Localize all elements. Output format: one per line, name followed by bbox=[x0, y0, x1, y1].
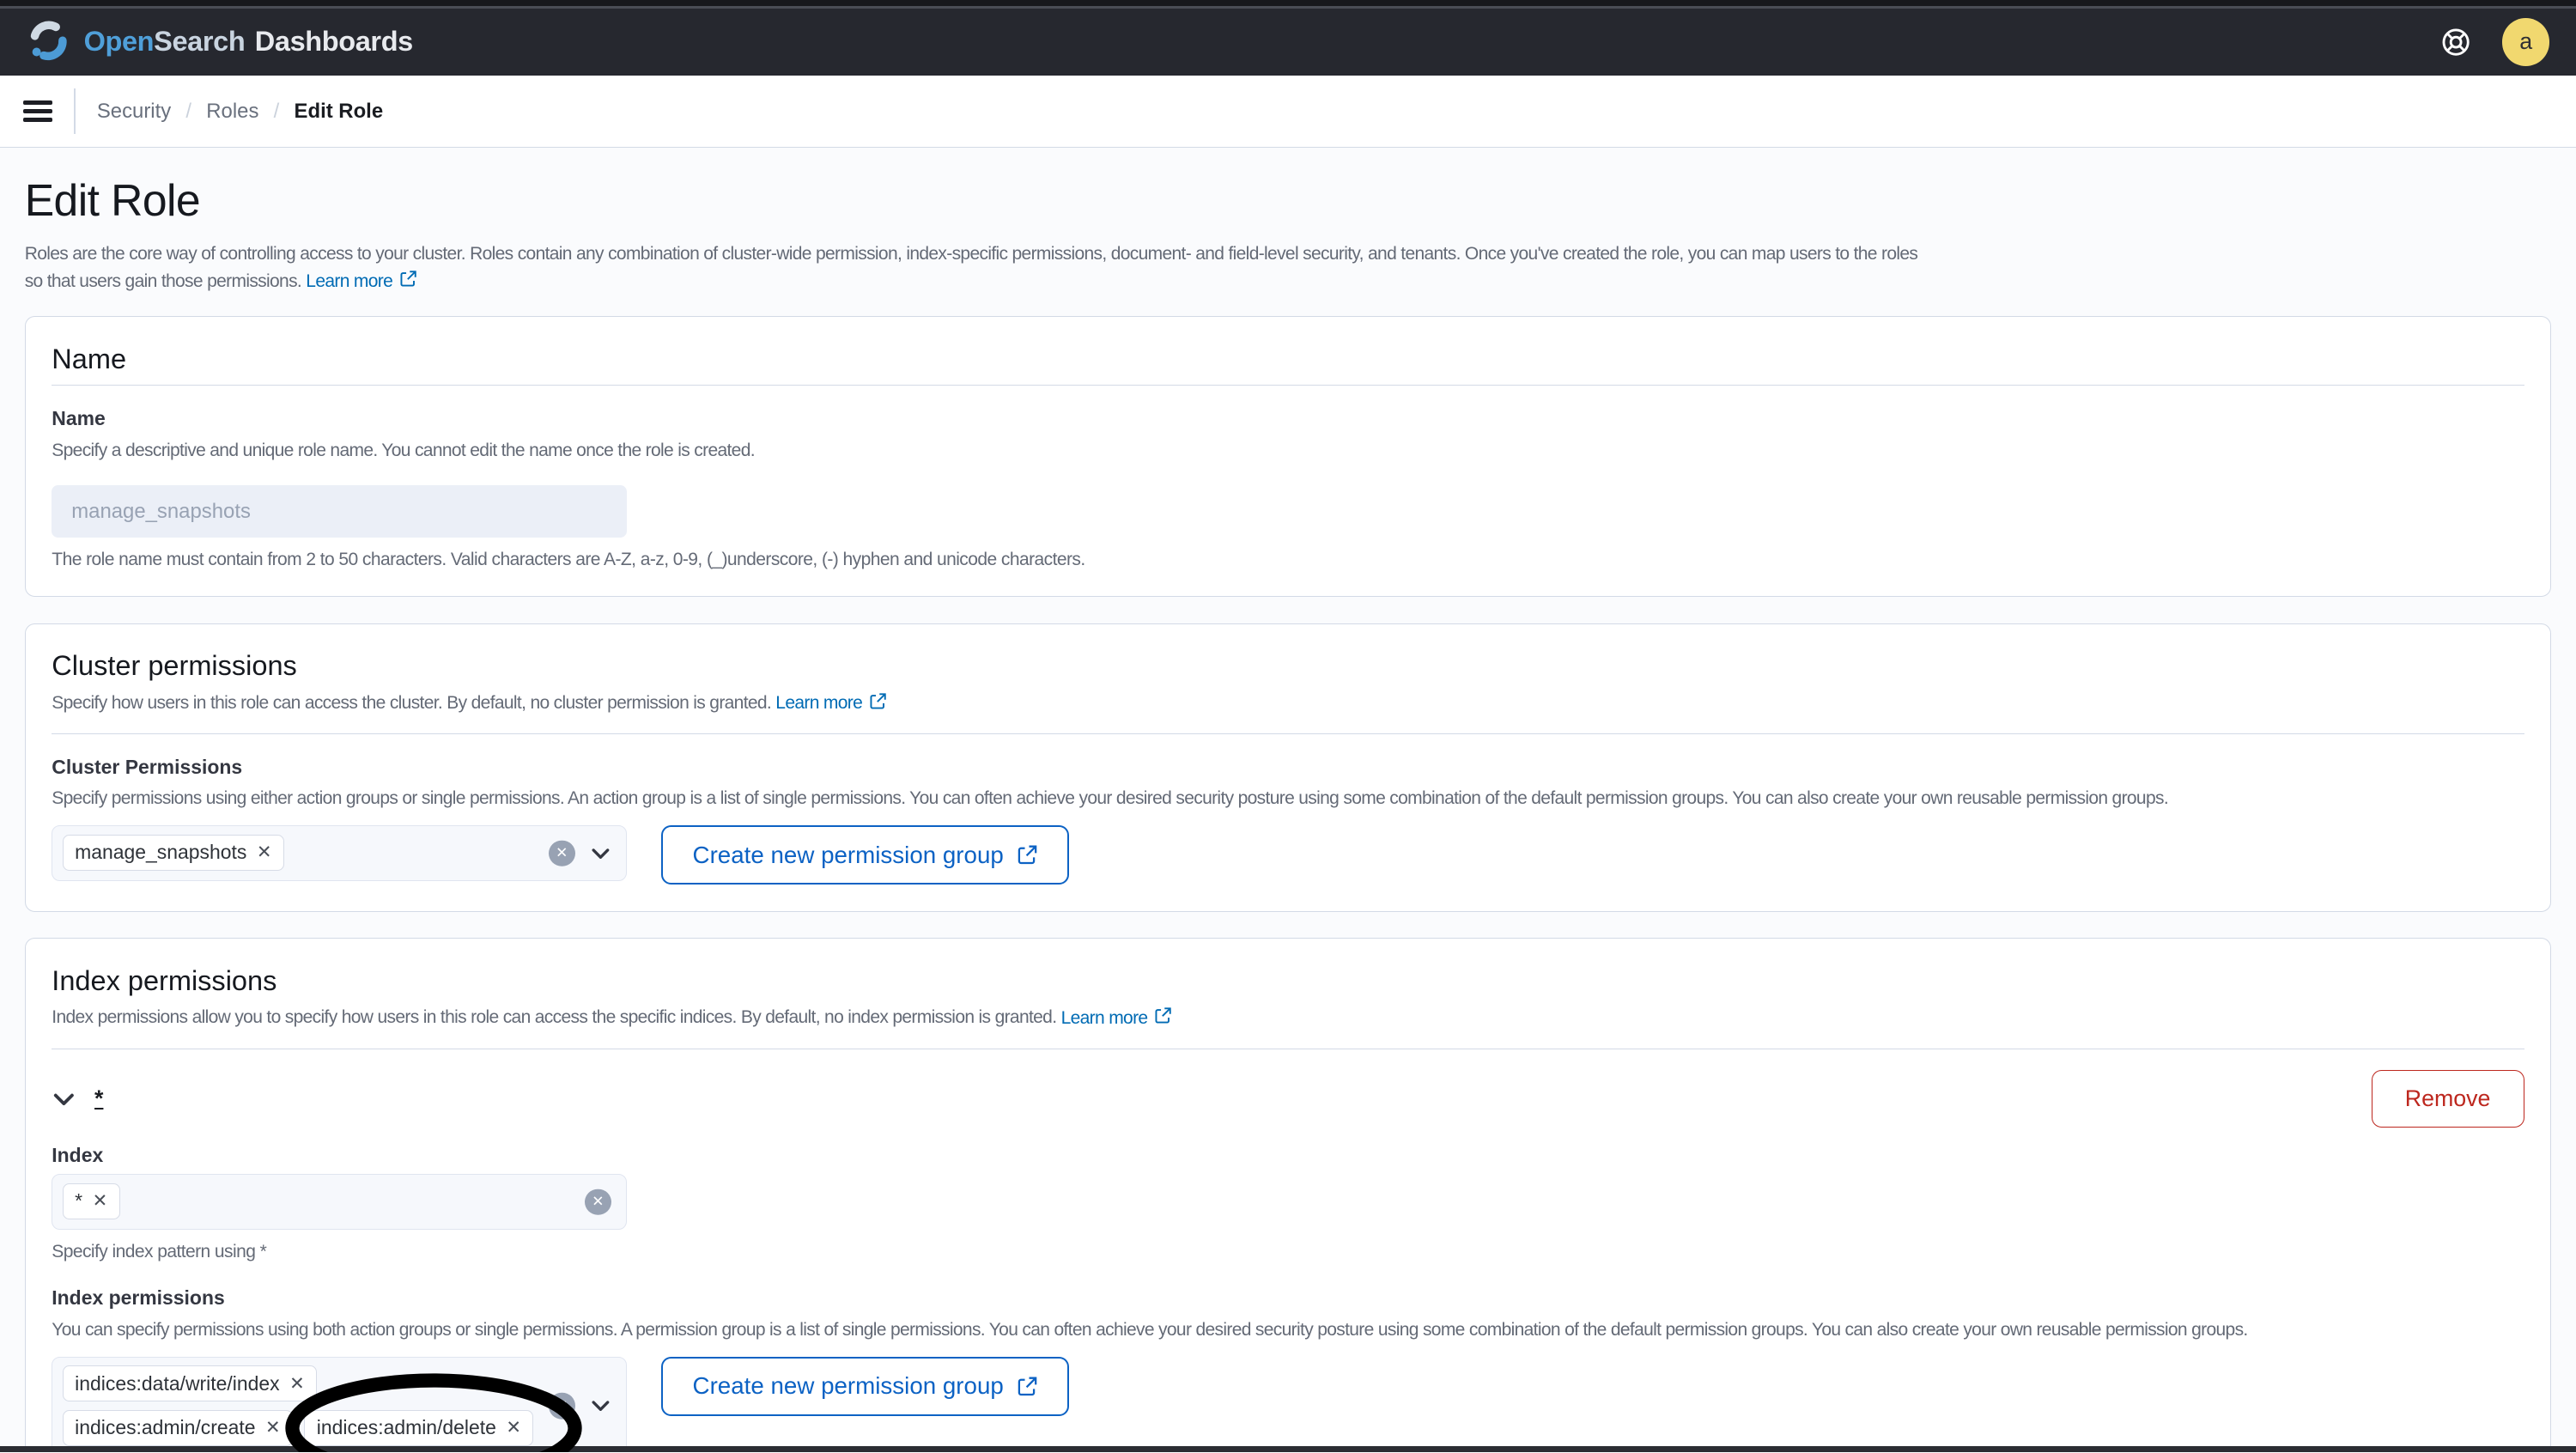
tag-label: indices:data/write/index bbox=[75, 1371, 280, 1395]
opensearch-logo-icon bbox=[30, 21, 67, 60]
global-header: Open Search Dashboards a bbox=[0, 8, 2576, 76]
divider bbox=[52, 385, 2524, 386]
brand-suffix: Dashboards bbox=[254, 26, 413, 58]
page-title: Edit Role bbox=[24, 174, 201, 225]
window-top-edge bbox=[0, 0, 2576, 9]
create-permission-group-button[interactable]: Create new permission group bbox=[661, 825, 1070, 885]
breadcrumb-bar: Security / Roles / Edit Role bbox=[0, 76, 2576, 149]
help-icon[interactable] bbox=[2439, 26, 2472, 58]
remove-tag-icon[interactable]: ✕ bbox=[289, 1375, 305, 1393]
name-field-help: Specify a descriptive and unique role na… bbox=[52, 440, 755, 460]
cluster-permissions-combobox[interactable]: manage_snapshots ✕ ✕ bbox=[52, 825, 627, 882]
menu-icon[interactable] bbox=[22, 100, 53, 123]
index-pattern-combobox[interactable]: * ✕ ✕ bbox=[52, 1174, 627, 1231]
index-permission-accordion: * Remove bbox=[52, 1070, 2524, 1128]
chevron-down-icon[interactable] bbox=[590, 842, 611, 864]
accordion-title-link[interactable]: * bbox=[94, 1085, 103, 1112]
remove-tag-icon[interactable]: ✕ bbox=[257, 843, 272, 861]
breadcrumb: Security / Roles / Edit Role bbox=[97, 100, 383, 124]
cluster-permissions-row: manage_snapshots ✕ ✕ Create new permissio… bbox=[52, 825, 2524, 885]
name-panel-heading: Name bbox=[52, 343, 127, 374]
name-panel: Name Name Specify a descriptive and uniq… bbox=[24, 315, 2552, 598]
breadcrumb-current: Edit Role bbox=[294, 99, 384, 123]
name-field-note: The role name must contain from 2 to 50 … bbox=[52, 549, 1085, 569]
opensearch-dashboards-window: Open Search Dashboards a Security / Roles bbox=[0, 0, 2576, 1453]
brand-search: Search bbox=[154, 26, 246, 58]
index-panel-description: Index permissions allow you to specify h… bbox=[52, 1006, 2524, 1028]
cluster-panel-description: Specify how users in this role can acces… bbox=[52, 692, 2524, 714]
combobox-controls: ✕ bbox=[549, 840, 611, 867]
external-link-icon bbox=[1155, 1007, 1171, 1024]
index-permissions-field-help: You can specify permissions using both a… bbox=[52, 1319, 2248, 1340]
index-permissions-row: indices:data/write/index ✕ indices:admin/… bbox=[52, 1356, 2524, 1453]
combobox-controls: ✕ bbox=[549, 1392, 611, 1420]
user-avatar[interactable]: a bbox=[2501, 18, 2550, 66]
nav-divider bbox=[74, 88, 76, 135]
clear-selection-icon[interactable]: ✕ bbox=[585, 1189, 611, 1215]
window-bottom-edge bbox=[0, 1445, 2576, 1453]
tag-label: * bbox=[75, 1189, 83, 1213]
cluster-panel-heading: Cluster permissions bbox=[52, 650, 297, 682]
external-link-icon bbox=[1018, 845, 1037, 865]
index-field-label: Index bbox=[52, 1144, 104, 1167]
external-link-icon bbox=[870, 693, 886, 709]
learn-more-link[interactable]: Learn more bbox=[775, 693, 887, 713]
tag-label: manage_snapshots bbox=[75, 841, 247, 864]
chevron-down-icon[interactable] bbox=[590, 1395, 611, 1417]
tag-label: indices:admin/create bbox=[75, 1416, 256, 1439]
cluster-permissions-field-label: Cluster Permissions bbox=[52, 755, 243, 778]
clear-selection-icon[interactable]: ✕ bbox=[549, 1392, 575, 1420]
selected-permission-tag: manage_snapshots ✕ bbox=[62, 834, 284, 871]
edit-role-page: Edit Role Roles are the core way of cont… bbox=[0, 148, 2576, 1453]
selected-permission-tag-highlighted: indices:admin/delete ✕ bbox=[285, 1373, 582, 1453]
breadcrumb-separator: / bbox=[185, 99, 192, 123]
remove-button[interactable]: Remove bbox=[2371, 1070, 2524, 1128]
remove-tag-icon[interactable]: ✕ bbox=[265, 1419, 281, 1437]
name-field-label: Name bbox=[52, 406, 106, 429]
breadcrumb-separator: / bbox=[273, 99, 280, 123]
opensearch-home-link[interactable]: Open Search Dashboards bbox=[27, 21, 413, 64]
selected-index-tag: * ✕ bbox=[62, 1182, 120, 1219]
external-link-icon bbox=[400, 271, 416, 287]
index-pattern-help: Specify index pattern using * bbox=[52, 1241, 267, 1261]
learn-more-link[interactable]: Learn more bbox=[306, 271, 417, 291]
breadcrumb-roles[interactable]: Roles bbox=[206, 100, 258, 124]
index-permissions-combobox[interactable]: indices:data/write/index ✕ indices:admin/… bbox=[52, 1356, 627, 1453]
role-name-input[interactable] bbox=[52, 484, 627, 538]
index-permissions-panel: Index permissions Index permissions allo… bbox=[24, 938, 2552, 1453]
brand-text: Open Search Dashboards bbox=[83, 26, 414, 58]
header-actions: a bbox=[2439, 18, 2550, 66]
tag-label: indices:admin/delete bbox=[316, 1416, 496, 1439]
clear-selection-icon[interactable]: ✕ bbox=[549, 840, 575, 867]
external-link-icon bbox=[1018, 1377, 1037, 1395]
cluster-permissions-panel: Cluster permissions Specify how users in… bbox=[24, 623, 2552, 912]
divider bbox=[52, 733, 2524, 734]
page-description: Roles are the core way of controlling ac… bbox=[25, 240, 1928, 295]
selected-permission-tag: indices:data/write/index ✕ bbox=[62, 1365, 318, 1402]
remove-tag-icon[interactable]: ✕ bbox=[93, 1192, 108, 1210]
combobox-controls: ✕ bbox=[585, 1189, 611, 1215]
remove-tag-icon[interactable]: ✕ bbox=[506, 1419, 521, 1437]
learn-more-link[interactable]: Learn more bbox=[1061, 1008, 1173, 1028]
index-panel-heading: Index permissions bbox=[52, 964, 277, 996]
brand-open: Open bbox=[83, 26, 155, 58]
cluster-permissions-field-help: Specify permissions using either action … bbox=[52, 788, 2169, 809]
index-permissions-field-label: Index permissions bbox=[52, 1286, 225, 1310]
selected-permission-tag: indices:admin/create ✕ bbox=[62, 1409, 294, 1446]
breadcrumb-security[interactable]: Security bbox=[97, 100, 171, 124]
accordion-chevron-down-icon[interactable] bbox=[52, 1087, 76, 1112]
create-permission-group-button[interactable]: Create new permission group bbox=[661, 1356, 1070, 1416]
